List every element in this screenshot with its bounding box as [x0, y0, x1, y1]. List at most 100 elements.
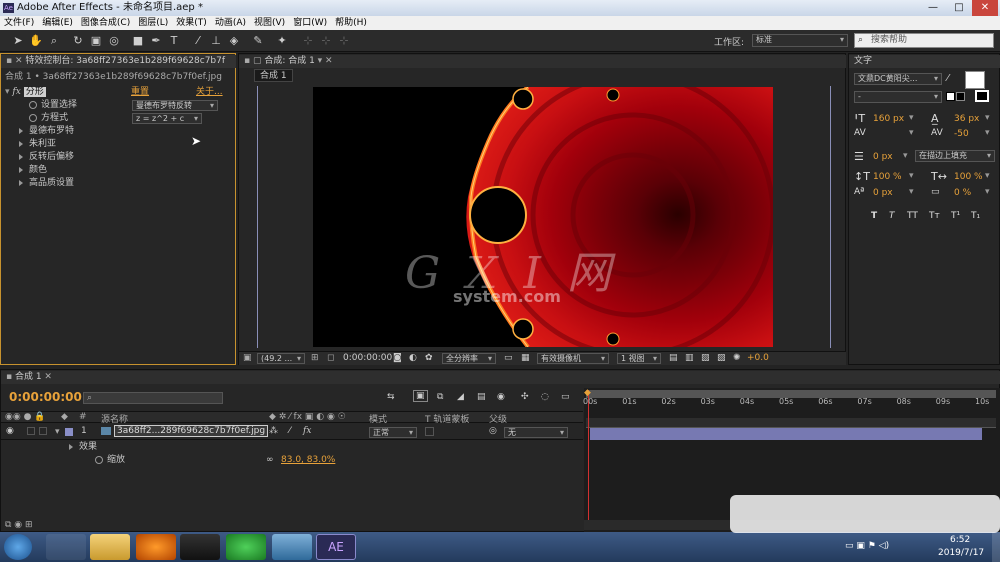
snapshot-icon[interactable]: ◙ [393, 353, 402, 363]
auto-keyframe-icon[interactable]: ◌ [541, 392, 549, 402]
brush-tool-icon[interactable]: ⁄ [190, 33, 206, 48]
menu-animation[interactable]: 动画(A) [211, 16, 250, 30]
black-swatch[interactable] [956, 92, 965, 101]
maximize-button[interactable]: □ [946, 0, 972, 16]
superscript-button[interactable]: T¹ [951, 211, 960, 221]
grid-icon[interactable]: ⊞ [311, 353, 319, 363]
leading-dropdown-icon[interactable]: ▾ [985, 113, 990, 123]
group-julia[interactable]: 朱利亚 [19, 138, 56, 151]
source-name-header[interactable]: 源名称 [101, 412, 128, 425]
layer-label-color[interactable] [65, 428, 73, 436]
camera-tool-icon[interactable]: ▣ [88, 33, 104, 48]
resolution-dropdown[interactable]: 全分辨率 [442, 353, 496, 364]
expand-layer-icon[interactable]: ▾ [55, 427, 60, 437]
explorer-icon[interactable] [90, 534, 130, 560]
world-axis-icon[interactable]: ⊹ [318, 33, 334, 48]
fill-color-swatch[interactable] [965, 71, 985, 89]
motion-blur-icon[interactable]: ◉ [497, 392, 505, 402]
comp-timecode[interactable]: 0:00:00:00 [343, 353, 392, 363]
tracking-value[interactable]: -50 [954, 129, 969, 139]
show-desktop-button[interactable] [992, 532, 1000, 562]
effects-group-row[interactable]: 效果 [69, 441, 97, 454]
comp-mini-flowchart-icon[interactable]: ⇆ [387, 392, 395, 402]
puppet-tool-icon[interactable]: ✦ [274, 33, 290, 48]
fractal-effect-row[interactable]: ▾ fx 分形 [5, 86, 46, 99]
tsume-dropdown-icon[interactable]: ▾ [985, 187, 990, 197]
composition-tab[interactable]: ▪ ▢ 合成: 合成 1 ▾ ✕ [239, 55, 846, 68]
solo-toggle[interactable] [39, 427, 47, 435]
pan-behind-tool-icon[interactable]: ◎ [106, 33, 122, 48]
stroke-color-swatch[interactable] [975, 90, 989, 102]
zoom-dropdown[interactable]: (49.2 ... [257, 353, 305, 364]
faux-bold-button[interactable]: T [871, 211, 877, 221]
white-swatch[interactable] [946, 92, 955, 101]
camera-dropdown[interactable]: 有效摄像机 [537, 353, 609, 364]
kerning-dropdown-icon[interactable]: ▾ [909, 128, 914, 138]
layer-row[interactable]: ◉ ▾ 1 3a68ff2...289f69628c7b7f0ef.jpg ⁂ … [1, 425, 583, 440]
after-effects-taskbar-button[interactable]: AE [316, 534, 356, 560]
baseline-shift-value[interactable]: 0 px [873, 188, 893, 198]
selection-tool-icon[interactable]: ➤ [10, 33, 26, 48]
layer-name[interactable]: 3a68ff2...289f69628c7b7f0ef.jpg [114, 425, 269, 437]
group-mandelbrot[interactable]: 曼德布罗特 [19, 125, 74, 138]
all-caps-button[interactable]: TT [907, 211, 918, 221]
stopwatch-icon[interactable] [29, 100, 37, 109]
draft-3d-icon[interactable]: ⧉ [437, 392, 443, 402]
menu-edit[interactable]: 编辑(E) [38, 16, 77, 30]
work-area-bar[interactable] [586, 418, 996, 428]
set-selection-dropdown[interactable]: 曼德布罗特反转 [132, 100, 218, 111]
search-help-input[interactable]: ⌕ 搜索帮助 [854, 33, 994, 48]
toggle-pixel-aspect-icon[interactable]: ▤ [669, 353, 678, 363]
blend-mode-dropdown[interactable]: 正常 [369, 427, 417, 438]
zoom-tool-icon[interactable]: ⌕ [46, 33, 62, 48]
channels-icon[interactable]: ✿ [425, 353, 433, 363]
fast-preview-icon[interactable]: ▥ [685, 353, 694, 363]
font-size-value[interactable]: 160 px [873, 114, 904, 124]
track-matte-header[interactable]: T 轨道蒙板 [425, 412, 469, 425]
quality-switch-icon[interactable]: ⁄ [289, 426, 291, 436]
equation-dropdown[interactable]: z = z^2 + c [132, 113, 202, 124]
timeline-tab[interactable]: ▪ 合成 1 ✕ [1, 371, 1000, 384]
media-player-icon[interactable] [180, 534, 220, 560]
media-center-icon[interactable] [46, 534, 86, 560]
about-link[interactable]: 关于... [196, 86, 223, 99]
parent-header[interactable]: 父级 [489, 412, 507, 425]
font-size-dropdown-icon[interactable]: ▾ [909, 113, 914, 123]
scale-value[interactable]: 83.0, 83.0% [281, 454, 335, 467]
menu-view[interactable]: 视图(V) [250, 16, 289, 30]
timeline-icon[interactable]: ▧ [701, 353, 710, 363]
brainstorm-icon[interactable]: ✣ [521, 392, 529, 402]
rectangle-tool-icon[interactable]: ■ [130, 33, 146, 48]
exposure-value[interactable]: +0.0 [747, 353, 769, 363]
graph-editor-icon[interactable]: ▭ [561, 392, 570, 402]
reset-link[interactable]: 重置 [131, 86, 149, 99]
app-icon[interactable] [272, 534, 312, 560]
view-axis-icon[interactable]: ⊹ [336, 33, 352, 48]
eraser-tool-icon[interactable]: ◈ [226, 33, 242, 48]
menu-help[interactable]: 帮助(H) [331, 16, 371, 30]
faux-italic-button[interactable]: T [889, 211, 895, 221]
live-update-icon[interactable]: ▣ [413, 390, 428, 402]
menu-window[interactable]: 窗口(W) [289, 16, 331, 30]
transparency-grid-icon[interactable]: ▦ [521, 353, 530, 363]
horizontal-scale-dropdown-icon[interactable]: ▾ [985, 171, 990, 181]
font-style-dropdown[interactable]: - [854, 91, 942, 103]
vertical-scale-dropdown-icon[interactable]: ▾ [909, 171, 914, 181]
exposure-reset-icon[interactable]: ✺ [733, 353, 741, 363]
rotate-tool-icon[interactable]: ↻ [70, 33, 86, 48]
toggle-switches-icon[interactable]: ⧉ ◉ ⊞ [5, 520, 33, 530]
start-button[interactable] [4, 534, 32, 560]
small-caps-button[interactable]: Tт [929, 211, 940, 221]
show-snapshot-icon[interactable]: ◐ [409, 353, 417, 363]
group-quality[interactable]: 高品质设置 [19, 177, 74, 190]
character-tab[interactable]: 文字 [849, 55, 1000, 68]
stopwatch-icon[interactable] [95, 455, 103, 464]
indent-dropdown-icon[interactable]: ▾ [903, 151, 908, 161]
menu-layer[interactable]: 图层(L) [134, 16, 172, 30]
tracking-dropdown-icon[interactable]: ▾ [985, 128, 990, 138]
effect-switch-icon[interactable]: fx [303, 426, 311, 436]
stroke-mode-dropdown[interactable]: 在描边上填充 [915, 150, 995, 162]
group-post-invert-offset[interactable]: 反转后偏移 [19, 151, 74, 164]
region-of-interest-icon[interactable]: ▭ [504, 353, 513, 363]
minimize-button[interactable]: — [920, 0, 946, 16]
